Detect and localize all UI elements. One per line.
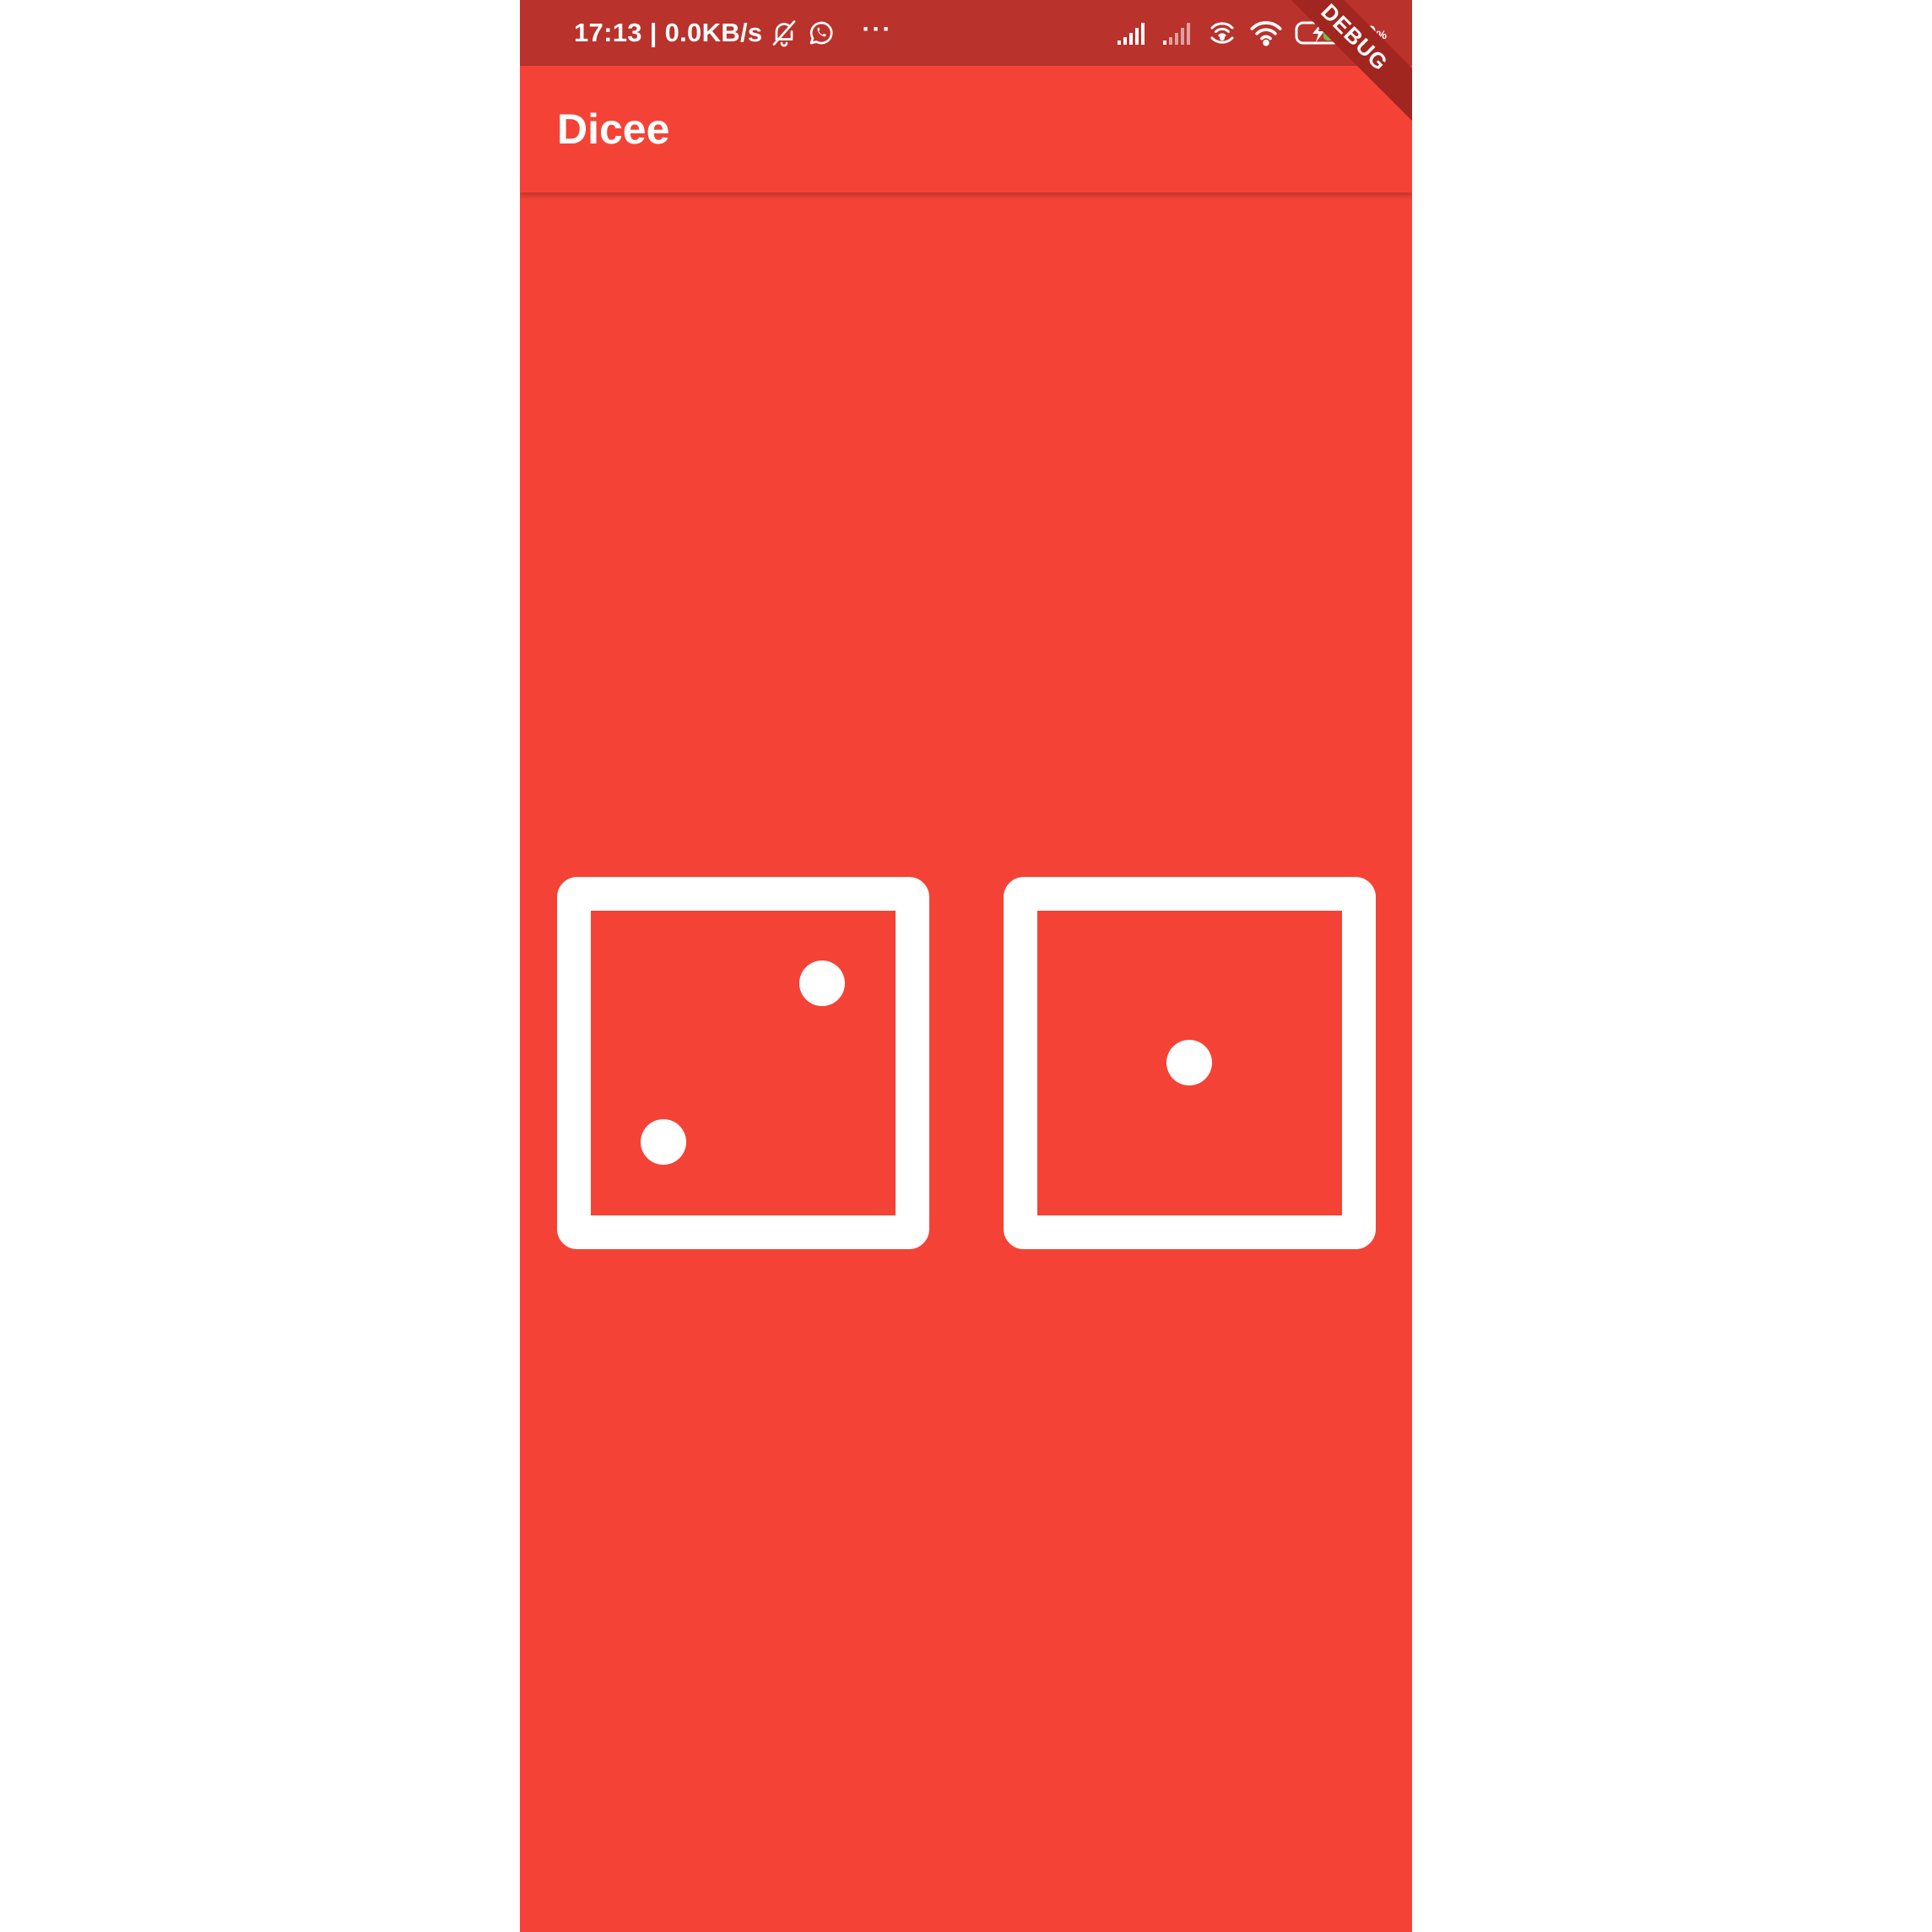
dice-face-icon [1004,877,1376,1249]
app-bar: Dicee [520,66,1412,192]
dice-pip [799,961,845,1006]
signal-icon [1116,20,1150,46]
more-notifications-indicator: ··· [862,15,893,43]
right-dice-button[interactable] [1004,877,1376,1249]
signal-icon [1161,20,1195,46]
bell-off-icon [769,18,799,48]
main-body [520,192,1412,1932]
status-time-speed: 17:13 | 0.0KB/s [574,18,763,47]
whatsapp-icon [806,18,836,48]
phone-screen: 17:13 | 0.0KB/s ··· % DEBUG Dicee [520,0,1412,1932]
wifi-icon [1249,19,1283,47]
dice-row [557,877,1376,1249]
dice-face-icon [557,877,929,1249]
status-bar: 17:13 | 0.0KB/s ··· % [520,0,1412,66]
dice-pip [1166,1040,1212,1085]
app-title: Dicee [557,106,670,153]
hotspot-icon [1207,18,1237,48]
left-dice-button[interactable] [557,877,929,1249]
dice-pip [641,1119,686,1165]
status-left: 17:13 | 0.0KB/s ··· [574,0,892,66]
